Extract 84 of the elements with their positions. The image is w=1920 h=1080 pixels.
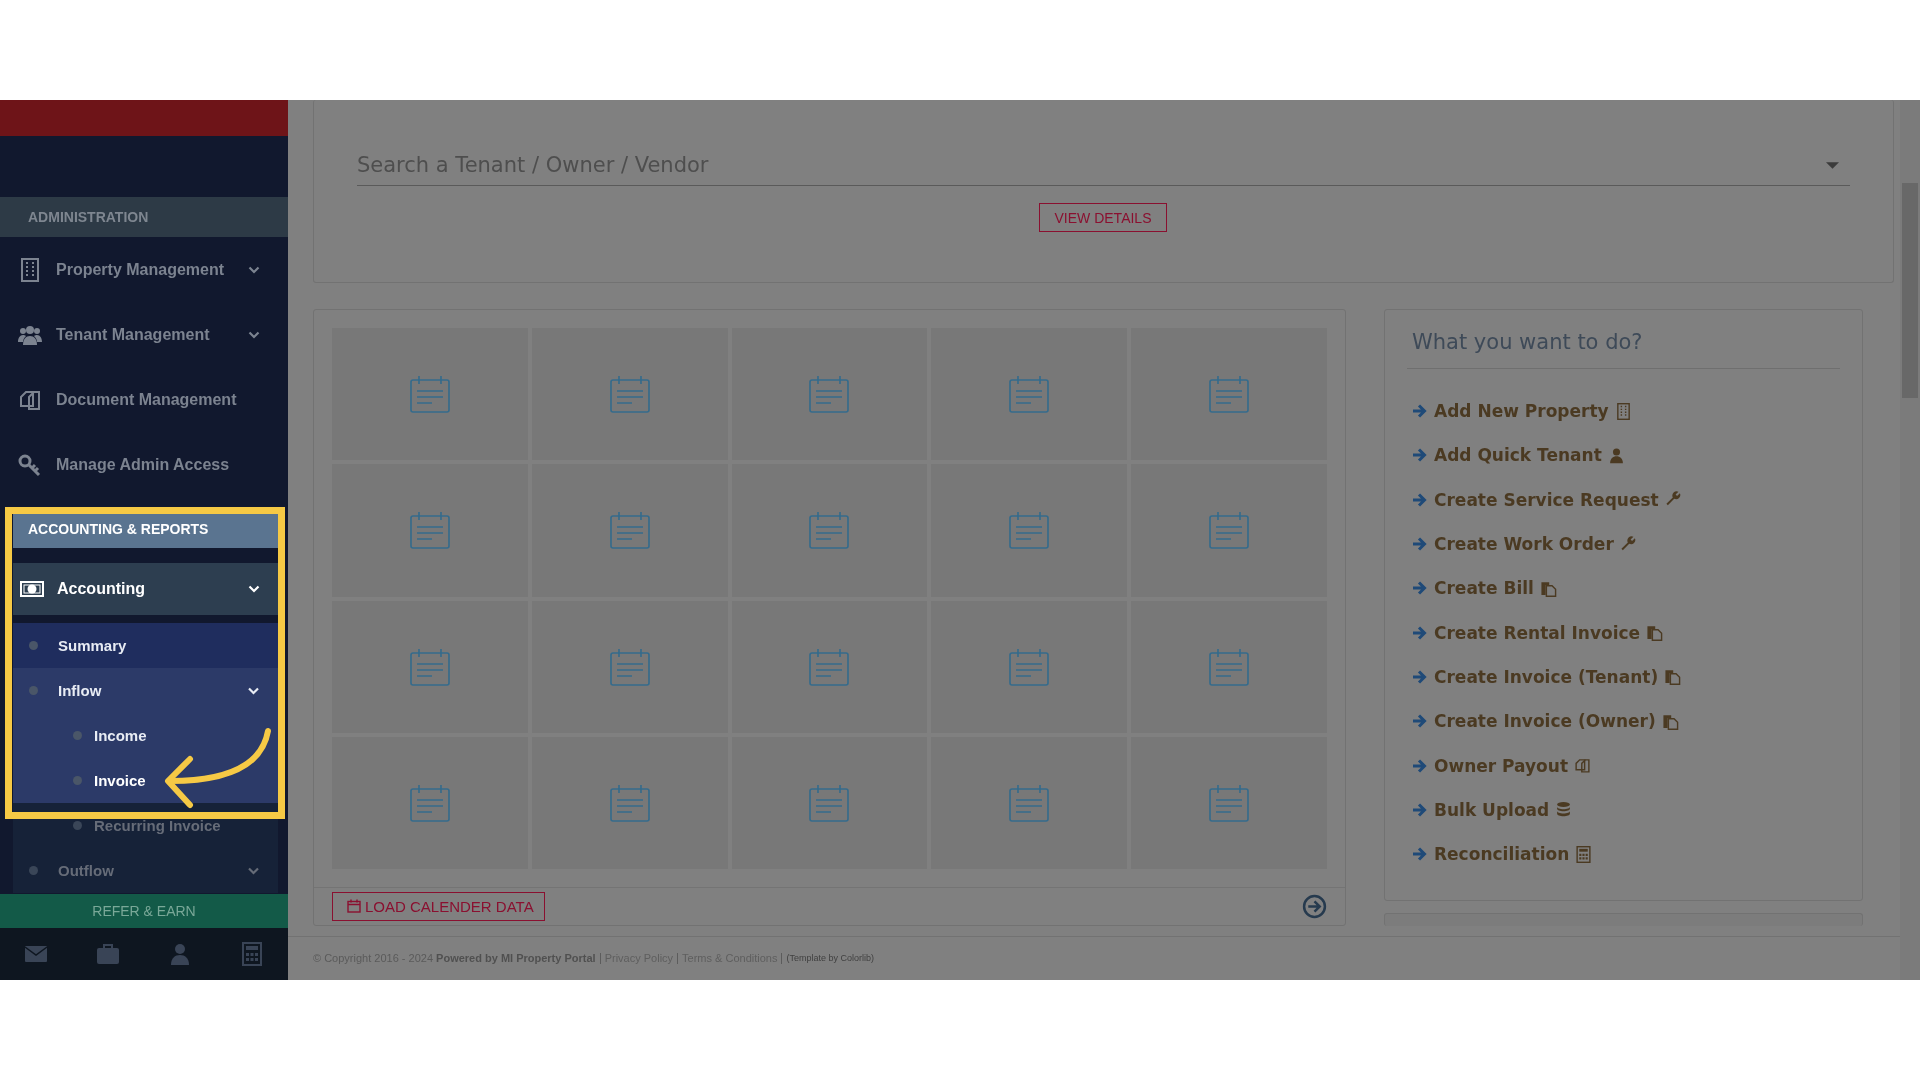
arrow-right-icon [1412,403,1428,420]
action-link[interactable]: Create Bill [1412,566,1557,611]
clipboard-icon [1646,624,1664,642]
card-title: What you want to do? [1407,310,1840,369]
notepad-icon [1009,511,1050,550]
documents-icon [1574,757,1592,774]
notepad-icon [1009,783,1050,822]
tree-dot-icon [73,821,82,830]
building-icon [18,257,42,282]
template-credit: (Template by Colorlib) [786,953,874,964]
action-link[interactable]: Create Rental Invoice [1412,610,1664,655]
briefcase-icon[interactable] [96,942,120,966]
action-link[interactable]: Create Work Order [1412,521,1637,567]
clipboard-icon [1661,712,1679,730]
notepad-icon [809,375,850,414]
wrench-icon [1619,535,1637,553]
notepad-icon [409,783,450,822]
notepad-icon [809,783,850,822]
notepad-icon [609,647,650,686]
notepad-icon [609,783,650,822]
arrow-right-icon [1412,580,1428,597]
arrow-right-icon [1412,624,1428,641]
nav-item[interactable]: Manage Admin Access [0,432,288,497]
submenu-item[interactable]: Inflow [13,668,278,713]
arrow-right-icon [1412,757,1428,774]
action-link[interactable]: Bulk Upload [1412,787,1573,832]
calendar-icon [347,899,361,914]
action-link[interactable]: Create Service Request [1412,477,1682,522]
nav-item[interactable]: Accounting [13,563,278,615]
notepad-icon [809,647,850,686]
nav-item[interactable]: Document Management [0,367,288,432]
tree-dot-icon [73,731,82,740]
user-icon [1607,446,1625,464]
view-details-button[interactable]: VIEW DETAILS [1038,203,1168,232]
notepad-icon [1209,511,1250,550]
action-link[interactable]: Create Invoice (Tenant) [1412,654,1682,700]
tree-dot-icon [29,866,38,875]
submenu-item[interactable]: Outflow [13,848,278,893]
clipboard-icon [1539,579,1557,597]
arrow-right-icon [1412,846,1428,863]
action-link[interactable]: Owner Payout [1412,743,1592,788]
action-link[interactable]: Add New Property [1412,389,1632,434]
tree-dot-icon [29,641,38,650]
refer-button[interactable]: REFER & EARN [0,894,288,928]
arrow-right-icon [1412,668,1428,685]
tree-dot-icon [73,776,82,785]
notepad-icon [1209,375,1250,414]
arrow-right-icon [1412,491,1428,508]
scrollbar[interactable] [1900,100,1920,980]
submenu-item[interactable]: Income [13,713,278,758]
action-link[interactable]: Add Quick Tenant [1412,433,1625,478]
notepad-icon [1209,783,1250,822]
notepad-icon [1209,647,1250,686]
notepad-icon [809,511,850,550]
user-icon[interactable] [168,942,192,966]
key-icon [18,452,42,477]
notepad-icon [409,375,450,414]
database-icon [1555,801,1573,819]
load-calendar-button[interactable]: LOAD CALENDER DATA [332,891,545,921]
action-link[interactable]: Create Invoice (Owner) [1412,699,1679,744]
arrow-right-icon [1412,713,1428,730]
calculator-icon[interactable] [240,942,264,966]
notepad-icon [609,511,650,550]
chevron-down-icon[interactable] [248,330,260,339]
action-link[interactable]: Reconciliation [1412,831,1593,877]
tree-dot-icon [29,686,38,695]
nav-item[interactable]: Property Management [0,237,288,302]
section-header: ADMINISTRATION [0,197,288,237]
notepad-icon [1009,375,1050,414]
chevron-down-icon[interactable] [248,265,260,274]
dropdown-caret-icon[interactable] [1826,161,1839,169]
building-icon [1614,402,1632,420]
notepad-icon [1009,647,1050,686]
notepad-icon [409,647,450,686]
arrow-right-icon [1412,536,1428,553]
notepad-icon [609,375,650,414]
arrow-right-icon [1412,801,1428,818]
submenu-item[interactable]: Summary [13,623,278,668]
nav-item[interactable]: Tenant Management [0,302,288,367]
submenu-item[interactable]: Invoice [13,758,278,803]
calculator-icon [1575,845,1593,863]
arrow-right-icon [1412,447,1428,464]
notepad-icon [409,511,450,550]
clipboard-icon [1664,668,1682,686]
